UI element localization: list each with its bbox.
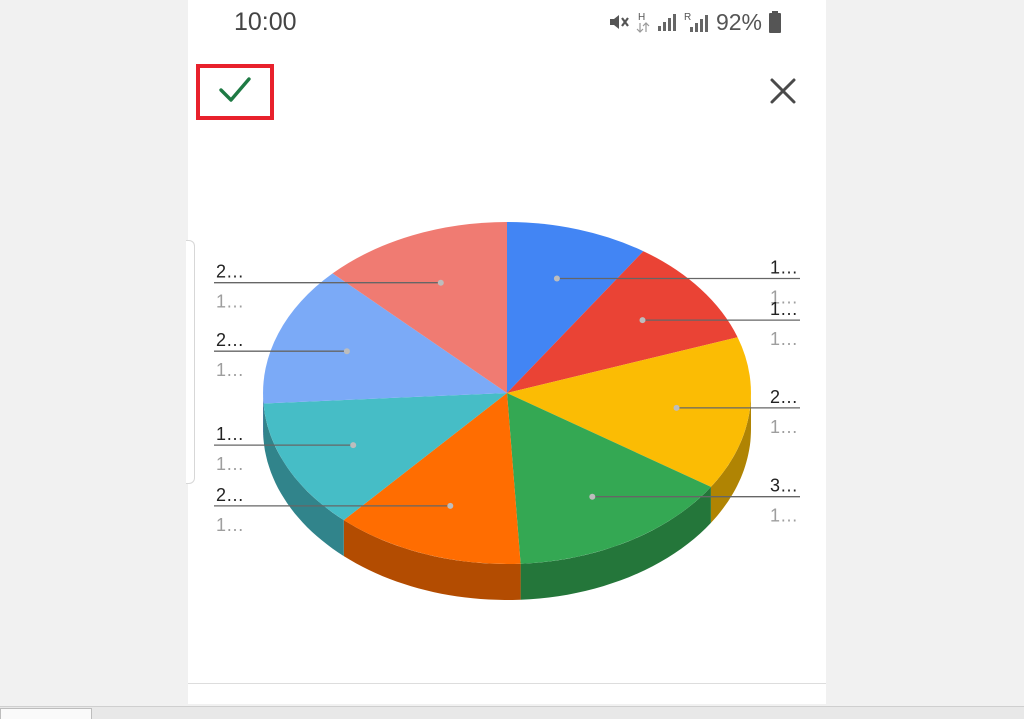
leader-dot-1 bbox=[553, 275, 560, 282]
leader-dot-6 bbox=[350, 442, 357, 449]
slice-percent-3: 1… bbox=[770, 417, 798, 437]
slice-label-3: 2… bbox=[770, 387, 798, 407]
leader-dot-3 bbox=[673, 404, 680, 411]
slice-percent-4: 1… bbox=[770, 506, 798, 526]
slice-label-2: 1… bbox=[770, 299, 798, 319]
slice-percent-7: 1… bbox=[216, 360, 244, 380]
slice-label-4: 3… bbox=[770, 476, 798, 496]
chart-editor-screen: 10:00 H R 92% 1… 1… 1… 1… 2… 1… 3… 1… 2…… bbox=[186, 0, 826, 704]
pie-chart: 1…1…1…1…2…1…3…1…2…1…1…1…2…1…2…1… bbox=[214, 222, 800, 600]
slice-label-1: 1… bbox=[770, 258, 798, 278]
leader-dot-4 bbox=[589, 493, 596, 500]
leader-dot-8 bbox=[437, 279, 444, 286]
taskbar-tab[interactable] bbox=[0, 708, 92, 719]
slice-label-7: 2… bbox=[216, 330, 244, 350]
slice-label-5: 2… bbox=[216, 485, 244, 505]
slice-label-8: 2… bbox=[216, 262, 244, 282]
slice-percent-5: 1… bbox=[216, 515, 244, 535]
leader-dot-7 bbox=[343, 348, 350, 355]
slice-percent-2: 1… bbox=[770, 329, 798, 349]
taskbar bbox=[0, 706, 1024, 719]
leader-dot-2 bbox=[639, 317, 646, 324]
leader-dot-5 bbox=[447, 502, 454, 509]
slice-label-6: 1… bbox=[216, 424, 244, 444]
divider bbox=[188, 683, 826, 684]
slice-percent-6: 1… bbox=[216, 454, 244, 474]
slice-percent-8: 1… bbox=[216, 292, 244, 312]
